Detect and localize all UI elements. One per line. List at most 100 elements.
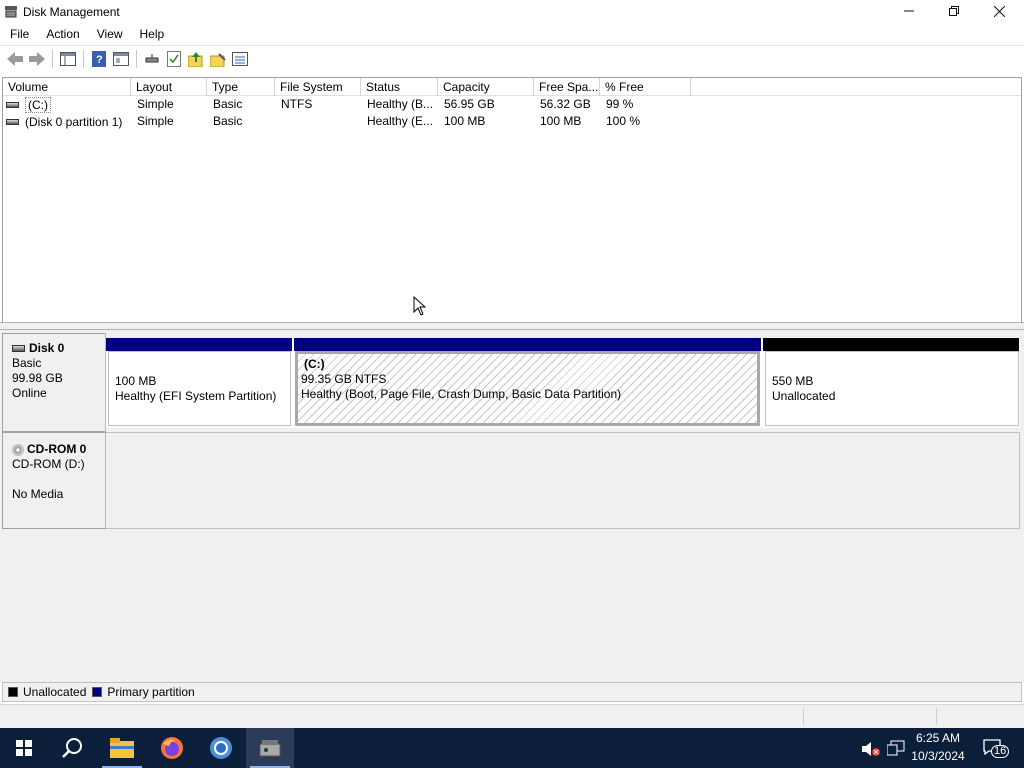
menu-view[interactable]: View — [87, 24, 130, 44]
taskbar-chrome[interactable] — [197, 728, 245, 768]
legend-swatch — [92, 687, 103, 697]
close-button[interactable] — [976, 0, 1022, 22]
partition-efi[interactable]: 100 MB Healthy (EFI System Partition) — [106, 338, 292, 426]
partition-unallocated[interactable]: 550 MB Unallocated — [763, 338, 1019, 426]
col-header-volume[interactable]: Volume — [3, 78, 131, 96]
disk-graphical-view: Disk 0 Basic 99.98 GB Online 100 MB Heal… — [0, 330, 1024, 682]
minimize-button[interactable] — [886, 0, 932, 22]
disk-0-label[interactable]: Disk 0 Basic 99.98 GB Online — [2, 333, 106, 432]
checklist-icon — [167, 51, 181, 67]
firefox-icon — [161, 737, 183, 759]
partition-size: 99.35 GB NTFS — [301, 372, 387, 386]
connect-button[interactable] — [141, 48, 163, 70]
legend-label: Primary partition — [107, 685, 195, 699]
taskbar-firefox[interactable] — [148, 728, 196, 768]
cdrom-0-title: CD-ROM 0 — [12, 442, 105, 457]
legend-swatch — [8, 687, 18, 697]
drive-icon — [6, 119, 19, 125]
disk-name: Disk 0 — [29, 341, 65, 355]
cdrom-0-label[interactable]: CD-ROM 0 CD-ROM (D:) No Media — [2, 432, 106, 529]
menu-file[interactable]: File — [0, 24, 36, 44]
partition-c[interactable]: (C:) 99.35 GB NTFS Healthy (Boot, Page F… — [294, 338, 761, 426]
layout-cell: Simple — [137, 97, 174, 111]
col-header-percent-free[interactable]: % Free — [600, 78, 691, 96]
taskbar-disk-management[interactable] — [246, 728, 294, 768]
file-system-cell — [275, 113, 361, 130]
toolbar-separator — [136, 50, 137, 68]
volume-name: (Disk 0 partition 1) — [25, 115, 123, 129]
connect-icon — [145, 54, 159, 63]
status-cell: Healthy (B... — [367, 97, 434, 111]
cdrom-type: CD-ROM (D:) — [12, 457, 85, 471]
partition-color-bar — [763, 338, 1019, 351]
partition-size: 100 MB — [115, 374, 157, 388]
table-row[interactable]: (Disk 0 partition 1) Simple Basic Health… — [3, 113, 1021, 130]
search-button[interactable] — [48, 728, 96, 768]
back-button[interactable] — [4, 48, 26, 70]
clock-time[interactable]: 6:25 AM — [908, 731, 968, 745]
title-bar: Disk Management — [0, 0, 1024, 24]
help-icon: ? — [92, 51, 106, 67]
disk-0-partitions: 100 MB Healthy (EFI System Partition) (C… — [106, 338, 1020, 428]
toolbar-separator — [83, 50, 84, 68]
volume-muted-icon[interactable] — [862, 741, 880, 757]
disk-type: Basic — [12, 356, 42, 370]
menu-help[interactable]: Help — [130, 24, 172, 44]
partition-box-selected: (C:) 99.35 GB NTFS Healthy (Boot, Page F… — [295, 351, 760, 426]
cdrom-name: CD-ROM 0 — [27, 442, 87, 456]
menu-action[interactable]: Action — [36, 24, 86, 44]
menu-bar: File Action View Help — [0, 24, 1024, 44]
notification-center-button[interactable]: 16 — [983, 739, 1010, 758]
up-folder-button[interactable] — [185, 48, 207, 70]
partition-size: 550 MB — [772, 374, 814, 388]
properties-button[interactable] — [110, 48, 132, 70]
list-button[interactable] — [229, 48, 251, 70]
file-system-cell: NTFS — [281, 97, 313, 111]
partition-status: Healthy (EFI System Partition) — [115, 389, 277, 403]
partition-status: Unallocated — [772, 389, 836, 403]
chrome-icon — [210, 737, 232, 759]
checklist-button[interactable] — [163, 48, 185, 70]
status-bar — [0, 704, 1024, 728]
status-divider — [803, 708, 804, 725]
list-icon — [232, 52, 248, 66]
notification-badge: 16 — [991, 745, 1010, 758]
windows-start-icon — [16, 740, 32, 756]
cd-rom-icon — [12, 443, 24, 456]
percent-free-cell: 99 % — [606, 97, 634, 111]
taskbar-file-explorer[interactable] — [98, 728, 146, 768]
volume-cell: (C:) — [3, 96, 131, 113]
console-tree-button[interactable] — [57, 48, 79, 70]
col-header-file-system[interactable]: File System — [275, 78, 361, 96]
help-button[interactable]: ? — [88, 48, 110, 70]
file-explorer-icon — [110, 738, 134, 758]
clock-date[interactable]: 10/3/2024 — [908, 749, 968, 763]
toolbar-separator — [52, 50, 53, 68]
properties-icon — [113, 52, 129, 66]
up-folder-icon — [188, 51, 203, 67]
pane-splitter[interactable] — [0, 322, 1024, 330]
disk-management-app-icon — [5, 6, 17, 18]
free-space-cell: 56.32 GB — [540, 97, 591, 111]
forward-button[interactable] — [26, 48, 48, 70]
legend-item-primary-partition: Primary partition — [92, 685, 195, 699]
partition-status: Healthy (Boot, Page File, Crash Dump, Ba… — [301, 387, 622, 401]
restore-icon — [949, 6, 959, 16]
col-header-capacity[interactable]: Capacity — [438, 78, 534, 96]
col-header-status[interactable]: Status — [361, 78, 438, 96]
start-button[interactable] — [0, 728, 48, 768]
table-row[interactable]: (C:) Simple Basic NTFS Healthy (B... 56.… — [3, 96, 1021, 113]
taskbar: 6:25 AM 10/3/2024 16 — [0, 728, 1024, 768]
cdrom-0-area — [106, 432, 1020, 529]
disk-management-icon — [259, 740, 281, 757]
network-icon[interactable] — [887, 740, 905, 756]
restore-button[interactable] — [931, 0, 977, 22]
disk-0-title: Disk 0 — [12, 341, 105, 356]
col-header-layout[interactable]: Layout — [131, 78, 207, 96]
volume-list[interactable]: Volume Layout Type File System Status Ca… — [2, 77, 1022, 324]
folder-button[interactable] — [207, 48, 229, 70]
back-icon — [7, 52, 23, 66]
col-header-type[interactable]: Type — [207, 78, 275, 96]
status-divider — [936, 708, 937, 725]
col-header-free-space[interactable]: Free Spa... — [534, 78, 600, 96]
